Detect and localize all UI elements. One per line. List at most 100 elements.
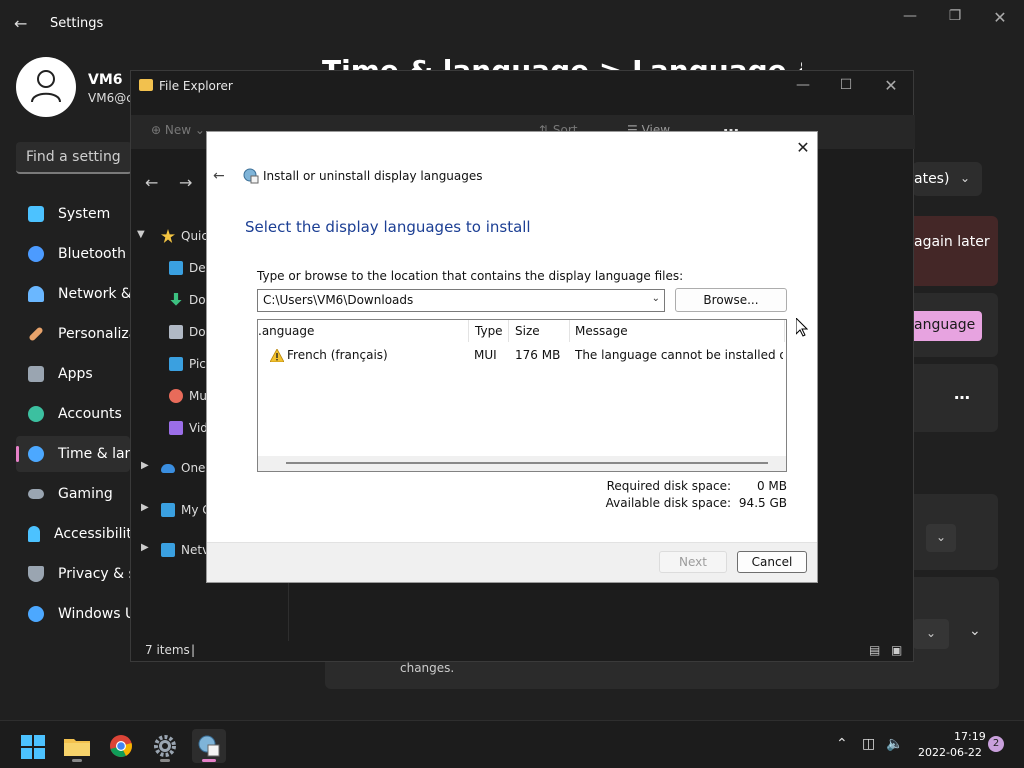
onedrive-icon [161, 463, 175, 473]
file-explorer-taskbar-button[interactable] [60, 729, 94, 763]
mouse-cursor-icon [796, 318, 808, 337]
chevron-down-icon[interactable]: ⌄ [926, 524, 956, 552]
column-separator [468, 320, 469, 342]
tree-item-label: Netv [181, 543, 210, 557]
apps-icon [28, 366, 44, 382]
settings-taskbar-button[interactable] [148, 729, 182, 763]
clock-time[interactable]: 17:19 [954, 730, 986, 743]
sidebar-item-label: Personaliza [58, 326, 130, 342]
close-icon[interactable]: ✕ [988, 8, 1012, 28]
user-icon [31, 70, 61, 103]
minimize-icon[interactable]: — [791, 77, 815, 97]
horizontal-scrollbar[interactable] [258, 456, 786, 471]
tree-item-label: Pic [189, 357, 206, 371]
documents-icon [169, 325, 183, 339]
volume-icon[interactable]: 🔈 [886, 736, 903, 752]
column-header-type[interactable]: Type [475, 324, 503, 338]
chevron-right-icon[interactable]: ▶ [141, 542, 149, 553]
expand-chevron-icon[interactable]: ⌄ [969, 623, 981, 639]
chrome-taskbar-button[interactable] [104, 729, 138, 763]
row-size: 176 MB [515, 348, 561, 362]
sidebar-item-personalization[interactable]: Personaliza [16, 316, 130, 352]
sidebar-item-system[interactable]: System [16, 196, 130, 232]
language-dropdown[interactable]: ates) ⌄ [912, 162, 982, 196]
minimize-icon[interactable]: — [898, 8, 922, 28]
add-language-button[interactable]: anguage [906, 311, 982, 341]
chevron-down-icon[interactable]: ⌄ [913, 619, 949, 649]
forward-arrow-icon[interactable]: → [179, 173, 192, 192]
available-disk-value: 94.5 GB [738, 496, 787, 510]
download-icon [170, 293, 182, 306]
close-icon[interactable]: ✕ [793, 138, 813, 158]
chevron-right-icon[interactable]: ▶ [141, 460, 149, 471]
chevron-down-icon[interactable]: ▼ [137, 229, 145, 240]
close-icon[interactable]: ✕ [879, 76, 903, 96]
next-button[interactable]: Next [659, 551, 727, 573]
sidebar-item-network[interactable]: Network & [16, 276, 130, 312]
system-icon [28, 206, 44, 222]
sidebar-item-bluetooth[interactable]: Bluetooth & [16, 236, 130, 272]
sidebar-item-gaming[interactable]: Gaming [16, 476, 130, 512]
sidebar-item-accessibility[interactable]: Accessibility [16, 516, 130, 552]
sidebar-item-time-language[interactable]: Time & lang [16, 436, 130, 472]
chevron-down-icon[interactable]: ⌄ [652, 293, 660, 304]
windows-logo-icon [21, 735, 45, 759]
network-icon [28, 286, 44, 302]
sidebar-item-accounts[interactable]: Accounts [16, 396, 130, 432]
details-view-icon[interactable]: ▤ [869, 643, 880, 657]
sidebar-item-label: System [58, 206, 111, 222]
tree-item-network[interactable]: Netv [161, 534, 211, 566]
cancel-button[interactable]: Cancel [737, 551, 807, 573]
taskbar: ⌃ ◫ 🔈 17:19 2022-06-22 2 [0, 720, 1024, 768]
notification-badge[interactable]: 2 [988, 736, 1004, 752]
back-arrow-icon[interactable]: ← [14, 14, 34, 34]
new-button[interactable]: ⊕ New ⌄ [151, 123, 205, 137]
chevron-right-icon[interactable]: ▶ [141, 502, 149, 513]
warning-text: again later [914, 234, 990, 250]
maximize-icon[interactable]: ☐ [834, 77, 858, 97]
explorer-title: File Explorer [159, 79, 233, 93]
more-options-icon[interactable]: … [954, 384, 970, 403]
sidebar-item-apps[interactable]: Apps [16, 356, 130, 392]
find-setting-input[interactable]: Find a setting [16, 142, 132, 174]
chrome-icon [110, 735, 132, 757]
network-status-icon[interactable]: ◫ [862, 736, 875, 752]
column-header-message[interactable]: Message [575, 324, 628, 338]
row-message: The language cannot be installed on ... [575, 348, 783, 362]
avatar[interactable] [16, 57, 76, 117]
pictures-icon [169, 357, 183, 371]
browse-button[interactable]: Browse... [675, 288, 787, 312]
thumbnail-view-icon[interactable]: ▣ [891, 643, 902, 657]
required-disk-value: 0 MB [756, 479, 787, 493]
chevron-down-icon: ⌄ [960, 171, 971, 185]
column-header-size[interactable]: Size [515, 324, 540, 338]
tree-item-quick-access[interactable]: Quic [161, 220, 211, 252]
star-icon [161, 229, 175, 243]
column-header-language[interactable]: .anguage [258, 324, 314, 338]
back-arrow-icon[interactable]: ← [213, 168, 225, 184]
language-list[interactable]: .anguage Type Size Message French (franç… [257, 319, 787, 472]
sidebar-item-label: Privacy & se [58, 566, 130, 582]
restore-icon[interactable]: ❐ [943, 8, 967, 28]
page-title: Time & language > Language & region [322, 54, 802, 70]
tree-item-onedrive[interactable]: OneI [161, 452, 211, 484]
install-languages-dialog: ✕ ← Install or uninstall display languag… [206, 131, 818, 583]
scrollbar-thumb[interactable] [286, 462, 768, 464]
table-row[interactable]: French (français) MUI 176 MB The languag… [258, 344, 786, 366]
language-installer-taskbar-button[interactable] [192, 729, 226, 763]
sidebar-item-label: Accessibility [54, 526, 130, 542]
required-disk-label: Required disk space: [606, 479, 731, 493]
sidebar-item-label: Windows U [58, 606, 130, 622]
sidebar-item-privacy[interactable]: Privacy & se [16, 556, 130, 592]
network-icon [161, 543, 175, 557]
start-button[interactable] [16, 729, 50, 763]
sidebar-item-label: Time & lang [58, 446, 130, 462]
chevron-up-icon[interactable]: ⌃ [836, 736, 848, 752]
path-combobox[interactable]: C:\Users\VM6\Downloads ⌄ [257, 289, 665, 312]
shield-icon [28, 566, 44, 582]
tree-item-this-pc[interactable]: My C [161, 494, 211, 526]
back-arrow-icon[interactable]: ← [145, 173, 158, 192]
sidebar-item-windows-update[interactable]: Windows U [16, 596, 130, 632]
clock-date[interactable]: 2022-06-22 [918, 746, 982, 759]
running-indicator [72, 759, 82, 762]
